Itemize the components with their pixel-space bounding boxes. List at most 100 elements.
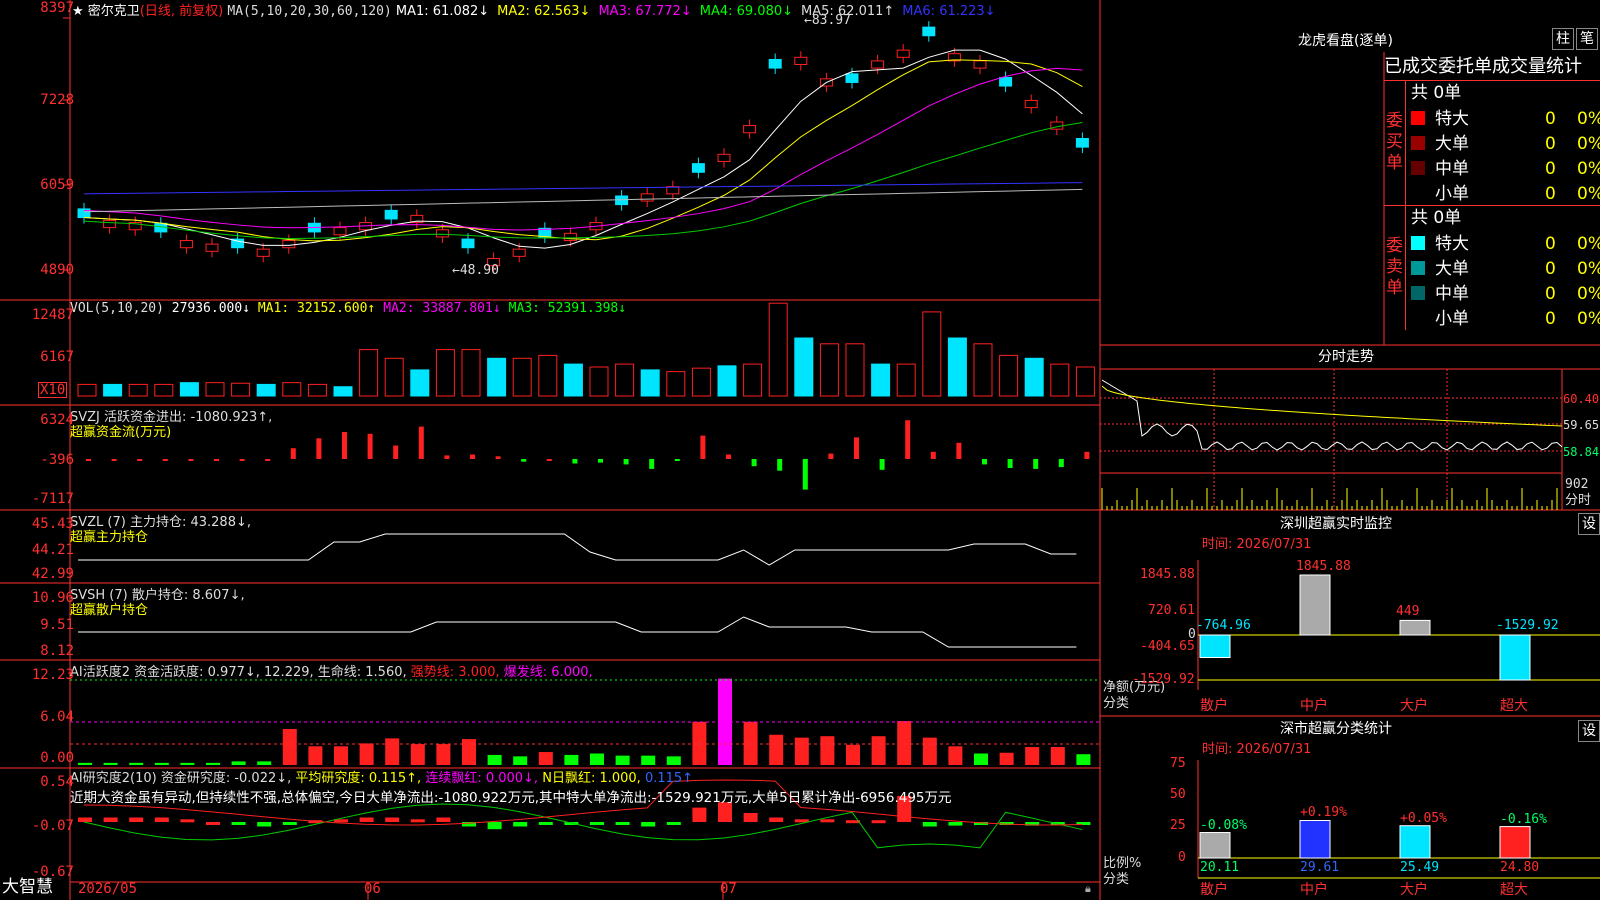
ai2-axis-2: -0.07 — [31, 818, 74, 834]
monitor-bar — [1499, 634, 1531, 681]
intraday-axis-3: 58.84 — [1563, 445, 1600, 459]
sell-row: 特大 0 0% — [1384, 232, 1600, 254]
ai1-bar — [129, 762, 144, 765]
ai1-bar — [974, 753, 988, 765]
candle-body — [384, 209, 398, 220]
svzj-bar — [777, 459, 783, 471]
tick-mode-button[interactable]: 笔 — [1576, 28, 1598, 50]
ai1-bar — [743, 721, 758, 765]
vol-ma-value-3: MA3: 52391.398↓ — [508, 301, 627, 316]
volume-bar — [794, 337, 814, 397]
volume-bar — [1050, 363, 1070, 397]
ai2-bar — [743, 813, 758, 822]
buy-row-name: 大单 — [1435, 134, 1469, 154]
ai2-bar — [538, 822, 553, 825]
ai1-bar — [922, 737, 937, 765]
svzj-bar — [470, 454, 475, 459]
ai2-bar — [615, 822, 630, 825]
class-bar — [1499, 826, 1531, 859]
svzl-axis-2: 44.21 — [31, 542, 74, 558]
volume-bar — [77, 383, 97, 397]
candle-body — [1075, 138, 1089, 148]
volume-bar — [768, 302, 788, 397]
candle-body — [512, 248, 526, 257]
buy-row-pct: 0% — [1577, 159, 1600, 179]
volume-bar — [691, 367, 711, 397]
chart-canvas[interactable] — [0, 0, 1600, 900]
volume-bar — [896, 363, 916, 397]
volume-bar — [922, 311, 942, 397]
sell-row-pct: 0% — [1577, 309, 1600, 329]
class-change-label: -0.16% — [1500, 811, 1547, 827]
candle-body — [640, 193, 654, 202]
svzj-bar — [393, 445, 399, 459]
monitor-axis-label: -404.65 — [1140, 639, 1195, 654]
sell-swatch — [1411, 236, 1425, 250]
intraday-title: 分时走势 — [1318, 349, 1374, 365]
column-mode-button[interactable]: 柱 — [1552, 28, 1574, 50]
svsh-axis-1: 10.96 — [31, 590, 74, 606]
ai1-bar — [103, 762, 118, 765]
date-label-jul: 07 — [720, 881, 737, 897]
svzj-bar — [111, 459, 117, 461]
ai1-bar — [1076, 754, 1091, 765]
ai2-bar — [257, 822, 272, 827]
buy-swatch — [1411, 161, 1425, 175]
class-value-label: 29.61 — [1300, 860, 1340, 875]
ai1-bar — [769, 734, 784, 765]
ai1-bar — [666, 756, 681, 765]
ai1-bar — [641, 755, 656, 765]
class-bar — [1299, 819, 1331, 859]
buy-swatch — [1411, 111, 1425, 125]
ai1-bar — [513, 756, 528, 765]
class-value-label: 25.49 — [1400, 860, 1440, 875]
lhb-title: 龙虎看盘(逐单) — [1298, 33, 1393, 49]
svzj-bar — [342, 432, 347, 459]
candle-body — [205, 243, 219, 252]
volume-bar — [743, 363, 763, 397]
ai2-bar — [129, 817, 144, 822]
ai2-bar — [359, 817, 374, 822]
candle-body — [256, 248, 270, 257]
ma-values: MA1: 61.082↓ MA2: 62.563↓ MA3: 67.772↓ MA4:… — [396, 4, 1004, 19]
svzj-bar — [290, 448, 296, 459]
sell-row-name: 特大 — [1435, 234, 1469, 254]
svzj-bar — [86, 459, 91, 461]
monitor-bar-label: -1529.92 — [1496, 618, 1559, 633]
ai1-bar — [820, 736, 835, 765]
candle-body — [282, 240, 296, 249]
class-ylabel: 比例% — [1103, 856, 1142, 871]
ai2-bar — [769, 817, 784, 822]
svzj-bar — [444, 455, 450, 459]
svzj-bar — [1033, 459, 1039, 469]
svzl-axis-3: 42.99 — [31, 566, 74, 582]
monitor-time: 时间: 2026/07/31 — [1202, 537, 1312, 552]
ai1-bar — [538, 752, 553, 765]
svzj-bar — [802, 459, 808, 490]
class-value-label: 24.80 — [1500, 860, 1540, 875]
candle-body — [717, 153, 731, 162]
svzj-bar — [367, 433, 373, 459]
svzj-bar — [521, 459, 527, 462]
volume-bar — [640, 369, 660, 397]
ai1-axis-3: 0.00 — [40, 750, 74, 766]
ai1-bar — [794, 737, 809, 765]
class-settings-button[interactable]: 设 — [1578, 720, 1600, 742]
volume-bar — [999, 354, 1019, 397]
svzl-subtitle: 超赢主力持仓 — [70, 530, 149, 545]
sell-side-section: 委卖单 共 0单 特大00%大单00%中单00%小单00% — [1384, 205, 1600, 330]
volume-bar — [845, 343, 865, 397]
buy-row-count: 0 — [1545, 184, 1556, 204]
ai2-bar — [103, 817, 118, 822]
volume-bar — [563, 363, 583, 397]
vol-unit-badge[interactable]: X10 — [38, 382, 68, 398]
class-axis-label: 50 — [1170, 787, 1186, 802]
ma3-line — [83, 67, 1083, 231]
lock-icon[interactable]: 🔒︎ — [1085, 882, 1091, 896]
sell-row: 大单 0 0% — [1384, 257, 1600, 279]
ai1-bar — [154, 762, 169, 765]
ai1-bar — [334, 746, 348, 765]
monitor-settings-button[interactable]: 设 — [1578, 513, 1600, 535]
svzj-bar — [854, 437, 859, 459]
svzj-bar — [982, 459, 987, 465]
